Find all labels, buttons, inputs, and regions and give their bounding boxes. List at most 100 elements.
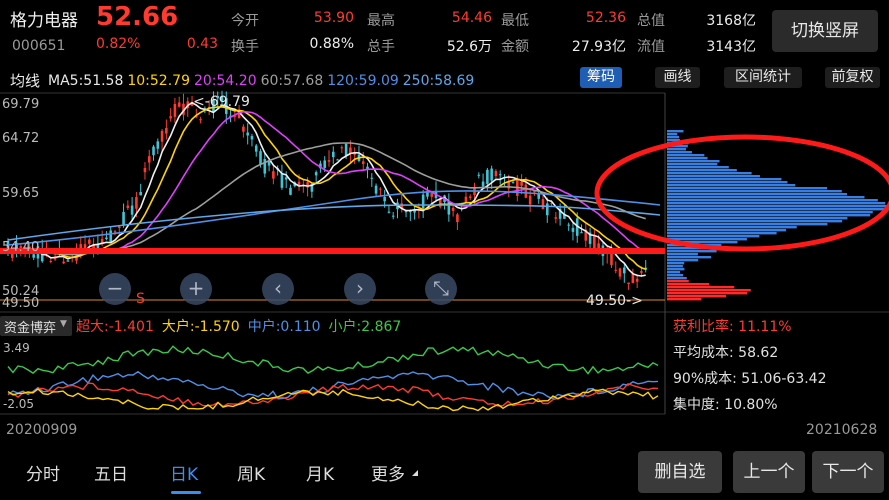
chip-bar <box>667 289 751 292</box>
collapse-icon[interactable]: ⤡ <box>425 273 457 305</box>
chip-bar <box>667 193 848 196</box>
candle-body <box>130 205 134 215</box>
zoom-in-icon[interactable]: + <box>180 273 212 305</box>
chip-bar <box>667 238 747 241</box>
chip-bar <box>667 199 878 202</box>
candle-body <box>336 159 339 161</box>
candle-body <box>524 184 528 198</box>
candle-body <box>280 173 284 188</box>
candle-body <box>627 282 630 285</box>
candle-body <box>545 203 549 216</box>
ma60-line <box>7 142 646 256</box>
candle-body <box>135 197 138 209</box>
candle-body <box>113 231 117 233</box>
tab-0[interactable]: 分时 <box>26 460 60 485</box>
candle-body <box>387 211 391 213</box>
indicator-value: 中户:0.110 <box>247 319 321 335</box>
kline-chart[interactable] <box>0 0 889 500</box>
end-date: 20210628 <box>806 422 878 438</box>
candle-body <box>580 232 583 234</box>
candle-body <box>623 267 626 274</box>
chip-bar <box>667 175 760 178</box>
candle-body <box>49 260 53 262</box>
caret-down-icon: ▼ <box>60 319 67 329</box>
chip-bar <box>667 217 848 220</box>
price-axis-label: 54.40 <box>2 240 40 255</box>
indicator-selector[interactable]: 资金博弈 ▼ <box>0 316 72 336</box>
indicator-axis-top: 3.49 <box>3 341 30 355</box>
chip-bar <box>667 148 687 151</box>
price-axis-label: 49.50 <box>2 296 40 311</box>
candle-body <box>374 185 378 194</box>
chip-bar <box>667 184 796 187</box>
candle-body <box>246 132 249 136</box>
chip-bar <box>667 271 681 274</box>
chip-bar <box>667 259 699 262</box>
chip-bar <box>667 178 782 181</box>
concentration: 集中度: 10.80% <box>673 397 778 413</box>
candle-body <box>640 271 643 273</box>
chip-bar <box>667 196 865 199</box>
bottom-button-2[interactable]: 下一个 <box>812 451 884 493</box>
indicator-value: 大户:-1.570 <box>161 319 240 335</box>
chip-bar <box>667 283 710 286</box>
bottom-button-0[interactable]: 删自选 <box>638 451 722 493</box>
sell-marker: S <box>136 291 145 307</box>
indicator-selector-label: 资金博弈 <box>4 321 57 336</box>
chip-bar <box>667 232 777 235</box>
average-cost: 平均成本: 58.62 <box>673 345 779 361</box>
chip-bar <box>667 295 727 298</box>
candle-body <box>165 128 168 134</box>
candle-body <box>327 160 331 162</box>
candle-body <box>263 159 267 174</box>
candle-body <box>511 182 515 184</box>
tab-2[interactable]: 日K <box>170 460 198 485</box>
chip-bar <box>667 274 684 277</box>
chip-bar <box>667 292 748 295</box>
candle-body <box>284 177 288 180</box>
ma10-line <box>7 106 646 270</box>
chip-bar <box>667 163 718 166</box>
candle-body <box>379 188 382 190</box>
price-axis-label: 64.72 <box>2 131 40 146</box>
candle-body <box>199 119 202 121</box>
candle-body <box>614 269 618 271</box>
candle-body <box>541 199 545 210</box>
candle-body <box>156 141 160 149</box>
high-price-label: <-69.79 <box>193 94 250 110</box>
chip-bar <box>667 277 687 280</box>
tab-1[interactable]: 五日 <box>94 460 128 485</box>
ma120-line <box>7 190 661 246</box>
candle-body <box>391 215 395 217</box>
candle-body <box>498 174 502 176</box>
pan-right-icon[interactable]: › <box>344 273 376 305</box>
tab-5[interactable]: 更多 <box>371 460 405 485</box>
chip-bar <box>667 208 889 211</box>
candle-body <box>520 181 523 186</box>
chip-bar <box>667 157 708 160</box>
candle-body <box>105 237 108 240</box>
candle-body <box>122 212 125 225</box>
indicator-axis-bottom: -2.05 <box>3 397 35 411</box>
candle-body <box>177 102 181 107</box>
indicator-value: 小户:2.867 <box>328 319 402 335</box>
chip-bar <box>667 262 685 265</box>
price-axis-label: 59.65 <box>2 186 40 201</box>
tab-4[interactable]: 月K <box>306 460 334 485</box>
candle-body <box>152 146 155 156</box>
chip-bar <box>667 298 702 301</box>
candle-body <box>631 274 635 284</box>
candle-body <box>477 174 481 176</box>
indicator-value: 超大:-1.401 <box>76 319 154 335</box>
zoom-out-icon[interactable]: − <box>99 273 131 305</box>
candle-body <box>66 260 70 262</box>
pan-left-icon[interactable]: ‹ <box>262 273 294 305</box>
candle-body <box>169 116 172 119</box>
low-price-label: 49.50-> <box>586 293 643 309</box>
tab-3[interactable]: 周K <box>237 460 265 485</box>
bottom-button-1[interactable]: 上一个 <box>733 451 805 493</box>
candle-body <box>481 181 485 187</box>
candle-body <box>571 227 575 232</box>
candle-body <box>88 239 91 244</box>
chip-bar <box>667 268 685 271</box>
